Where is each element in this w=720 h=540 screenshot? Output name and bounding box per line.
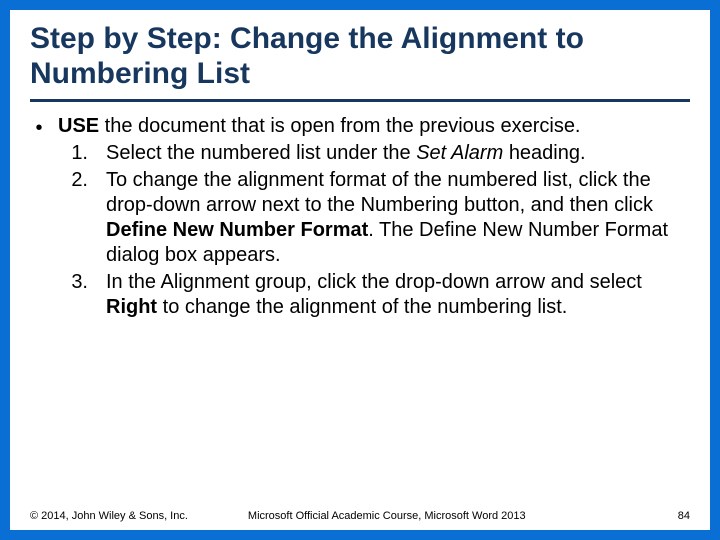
- text-run: Select the numbered list under the: [106, 142, 416, 164]
- title-underline: [30, 99, 690, 102]
- text-run: Define New Number Format: [106, 219, 368, 241]
- text-run: to change the alignment of the numbering…: [163, 296, 568, 318]
- text-run: Set Alarm: [416, 142, 509, 164]
- step-number: 1.: [58, 141, 88, 166]
- intro-bullet: • USE the document that is open from the…: [34, 114, 690, 320]
- footer-page-number: 84: [678, 510, 690, 522]
- step-number: 3.: [58, 270, 88, 320]
- intro-line: USE the document that is open from the p…: [58, 114, 690, 139]
- intro-content: USE the document that is open from the p…: [58, 114, 690, 320]
- step-row: 2. To change the alignment format of the…: [58, 168, 690, 268]
- step-row: 3. In the Alignment group, click the dro…: [58, 270, 690, 320]
- footer: © 2014, John Wiley & Sons, Inc. Microsof…: [30, 510, 690, 522]
- step-text: To change the alignment format of the nu…: [106, 168, 690, 268]
- text-run: Right: [106, 296, 163, 318]
- footer-course: Microsoft Official Academic Course, Micr…: [188, 510, 678, 522]
- text-run: heading.: [509, 142, 586, 164]
- text-run: To change the alignment format of the nu…: [106, 169, 653, 216]
- intro-rest: the document that is open from the previ…: [99, 115, 580, 137]
- bullet-icon: •: [34, 114, 44, 320]
- slide-title: Step by Step: Change the Alignment to Nu…: [30, 22, 690, 91]
- slide-body: • USE the document that is open from the…: [30, 114, 690, 320]
- intro-use-label: USE: [58, 115, 99, 137]
- step-text: Select the numbered list under the Set A…: [106, 141, 690, 166]
- text-run: In the Alignment group, click the drop-d…: [106, 271, 642, 293]
- footer-copyright: © 2014, John Wiley & Sons, Inc.: [30, 510, 188, 522]
- slide: Step by Step: Change the Alignment to Nu…: [0, 0, 720, 540]
- step-number: 2.: [58, 168, 88, 268]
- step-row: 1. Select the numbered list under the Se…: [58, 141, 690, 166]
- step-text: In the Alignment group, click the drop-d…: [106, 270, 690, 320]
